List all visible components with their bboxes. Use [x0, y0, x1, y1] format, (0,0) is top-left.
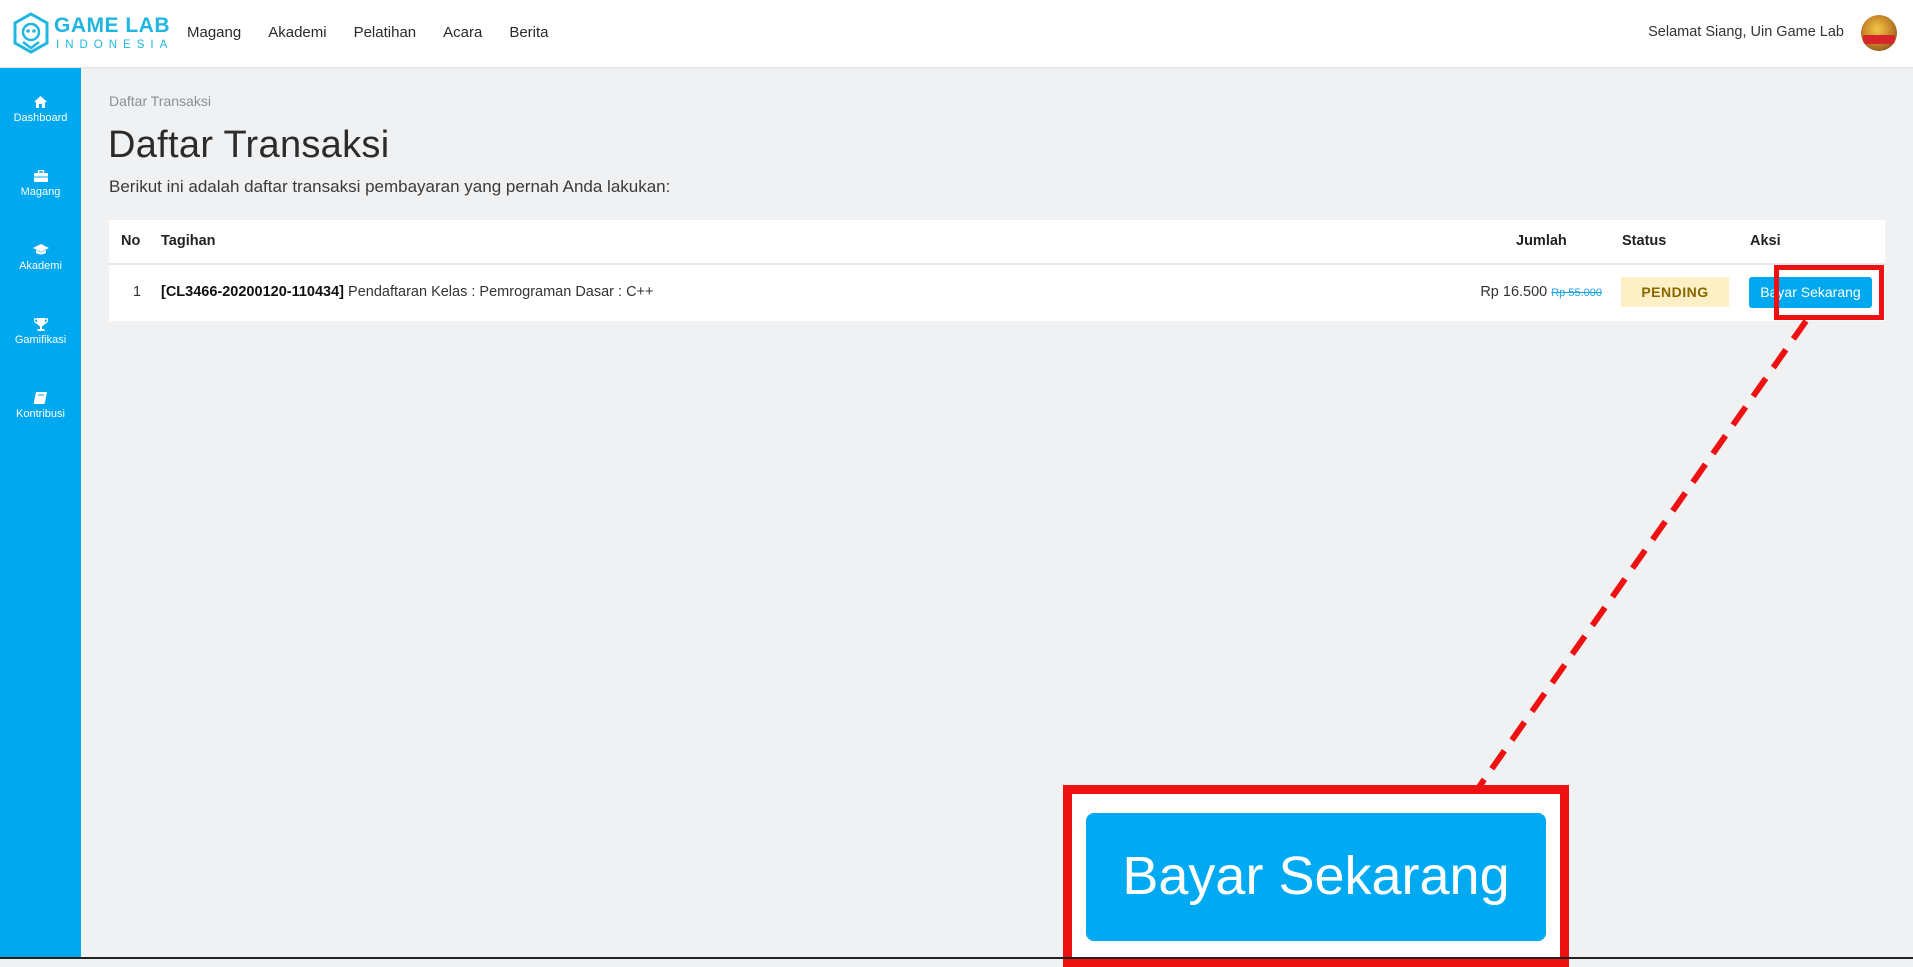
- nav-link-pelatihan[interactable]: Pelatihan: [354, 24, 417, 41]
- sidebar-item-gamifikasi[interactable]: Gamifikasi: [0, 318, 81, 346]
- row-number: 1: [133, 284, 142, 300]
- zoom-callout: Bayar Sekarang: [1063, 785, 1569, 967]
- sidebar-item-label: Magang: [20, 186, 61, 198]
- page-title: Daftar Transaksi: [108, 124, 390, 166]
- transaction-table: No Tagihan Jumlah Status Aksi 1 [CL3466-…: [109, 220, 1885, 321]
- invoice-description: Pendaftaran Kelas : Pemrograman Dasar : …: [348, 284, 654, 300]
- column-header-tagihan: Tagihan: [161, 233, 216, 249]
- original-amount: Rp 55.000: [1551, 287, 1602, 299]
- sidebar-item-label: Dashboard: [13, 112, 68, 124]
- nav-link-akademi[interactable]: Akademi: [268, 24, 326, 41]
- top-navbar: GAME LAB INDONESIA Magang Akademi Pelati…: [0, 0, 1913, 68]
- logo-subtitle: INDONESIA: [56, 39, 174, 51]
- sidebar: Dashboard Magang Akademi Gamifikasi Kont…: [0, 68, 81, 957]
- sidebar-item-label: Akademi: [19, 260, 62, 272]
- logo-title: GAME LAB: [54, 14, 170, 37]
- sidebar-item-label: Kontribusi: [16, 408, 65, 420]
- user-greeting[interactable]: Selamat Siang, Uin Game Lab: [1648, 24, 1844, 40]
- column-header-aksi: Aksi: [1750, 233, 1781, 249]
- sidebar-item-label: Gamifikasi: [14, 334, 67, 346]
- zoomed-pay-now-button: Bayar Sekarang: [1086, 813, 1546, 941]
- nav-link-berita[interactable]: Berita: [509, 24, 548, 41]
- status-badge: PENDING: [1621, 277, 1729, 307]
- nav-link-magang[interactable]: Magang: [187, 24, 241, 41]
- header-divider: [109, 263, 1885, 265]
- nav-link-acara[interactable]: Acara: [443, 24, 482, 41]
- book-icon: [0, 392, 81, 406]
- sidebar-item-dashboard[interactable]: Dashboard: [0, 96, 81, 124]
- graduation-cap-icon: [0, 244, 81, 258]
- column-header-status: Status: [1622, 233, 1667, 249]
- row-tagihan: [CL3466-20200120-110434] Pendaftaran Kel…: [161, 284, 654, 300]
- avatar-badge-icon: [1863, 35, 1895, 44]
- bottom-divider: [0, 957, 1913, 959]
- sidebar-item-magang[interactable]: Magang: [0, 169, 81, 198]
- home-icon: [0, 96, 81, 110]
- sidebar-item-akademi[interactable]: Akademi: [0, 244, 81, 272]
- column-header-jumlah: Jumlah: [1516, 233, 1567, 249]
- row-jumlah: Rp 16.500 Rp 55.000: [1480, 284, 1602, 300]
- column-header-no: No: [121, 233, 141, 249]
- main-nav: Magang Akademi Pelatihan Acara Berita: [187, 24, 576, 41]
- game-lab-logo[interactable]: GAME LAB INDONESIA: [12, 12, 170, 56]
- amount: Rp 16.500: [1480, 284, 1548, 300]
- logo-mark-icon: [13, 12, 49, 54]
- briefcase-icon: [0, 169, 81, 184]
- highlight-box: [1774, 265, 1884, 320]
- sidebar-item-kontribusi[interactable]: Kontribusi: [0, 392, 81, 420]
- page-description: Berikut ini adalah daftar transaksi pemb…: [109, 177, 671, 196]
- breadcrumb[interactable]: Daftar Transaksi: [109, 93, 211, 109]
- invoice-code: [CL3466-20200120-110434]: [161, 284, 344, 300]
- trophy-icon: [0, 318, 81, 332]
- avatar[interactable]: [1861, 15, 1897, 51]
